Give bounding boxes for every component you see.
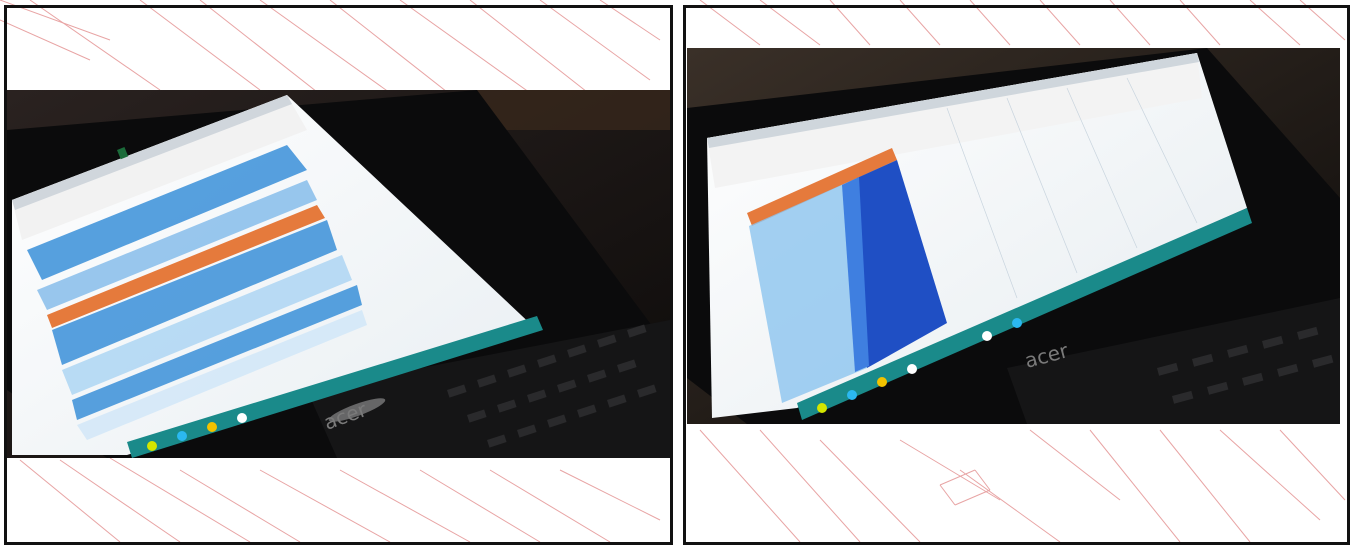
laptop-photo-right: acer xyxy=(687,48,1340,424)
laptop-photo-left: acer xyxy=(7,90,670,458)
